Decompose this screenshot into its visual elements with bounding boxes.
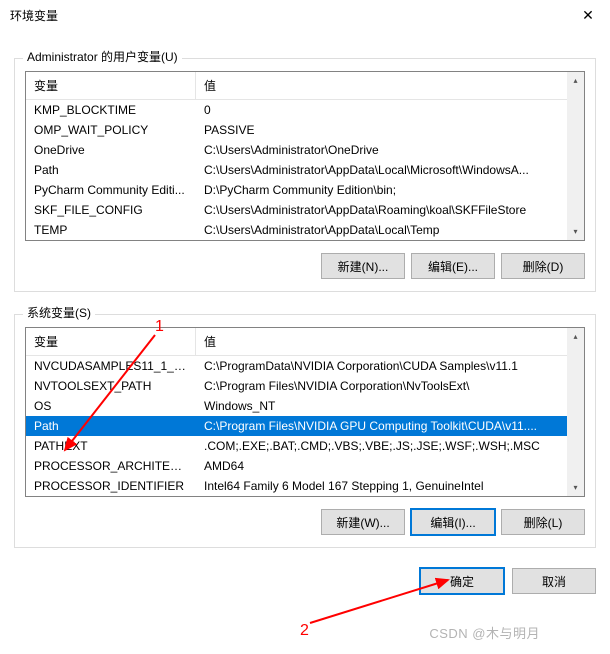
system-variables-title: 系统变量(S) <box>23 304 95 321</box>
scrollbar[interactable]: ▴ ▾ <box>567 328 584 496</box>
var-name-cell: NVCUDASAMPLES11_1_R... <box>26 356 196 376</box>
var-value-cell: .COM;.EXE;.BAT;.CMD;.VBS;.VBE;.JS;.JSE;.… <box>196 436 584 456</box>
sys-new-button[interactable]: 新建(W)... <box>321 509 405 535</box>
var-name-cell: Path <box>26 416 196 436</box>
sys-delete-button[interactable]: 删除(L) <box>501 509 585 535</box>
table-row[interactable]: PathC:\Users\Administrator\AppData\Local… <box>26 160 584 180</box>
var-name-cell: TEMP <box>26 220 196 240</box>
var-name-cell: OMP_WAIT_POLICY <box>26 120 196 140</box>
table-row[interactable]: NVCUDASAMPLES11_1_R...C:\ProgramData\NVI… <box>26 356 584 376</box>
close-button[interactable]: ✕ <box>566 0 610 30</box>
title-bar: 环境变量 ✕ <box>0 0 610 30</box>
user-edit-button[interactable]: 编辑(E)... <box>411 253 495 279</box>
var-name-cell: Path <box>26 160 196 180</box>
cancel-button[interactable]: 取消 <box>512 568 596 594</box>
var-name-cell: KMP_BLOCKTIME <box>26 100 196 120</box>
scroll-up-icon[interactable]: ▴ <box>567 328 584 345</box>
table-row[interactable]: PROCESSOR_IDENTIFIERIntel64 Family 6 Mod… <box>26 476 584 496</box>
ok-button[interactable]: 确定 <box>420 568 504 594</box>
scroll-down-icon[interactable]: ▾ <box>567 479 584 496</box>
var-name-cell: OS <box>26 396 196 416</box>
sys-edit-button[interactable]: 编辑(I)... <box>411 509 495 535</box>
var-value-cell: C:\Program Files\NVIDIA GPU Computing To… <box>196 416 584 436</box>
window-title: 环境变量 <box>10 7 566 24</box>
var-value-cell: C:\ProgramData\NVIDIA Corporation\CUDA S… <box>196 356 584 376</box>
scroll-down-icon[interactable]: ▾ <box>567 223 584 240</box>
var-value-cell: PASSIVE <box>196 120 584 140</box>
table-row[interactable]: PATHEXT.COM;.EXE;.BAT;.CMD;.VBS;.VBE;.JS… <box>26 436 584 456</box>
table-row[interactable]: OMP_WAIT_POLICYPASSIVE <box>26 120 584 140</box>
header-value-col[interactable]: 值 <box>196 72 584 99</box>
var-value-cell: C:\Users\Administrator\AppData\Local\Tem… <box>196 220 584 240</box>
var-name-cell: NVTOOLSEXT_PATH <box>26 376 196 396</box>
system-variables-table[interactable]: 变量 值 NVCUDASAMPLES11_1_R...C:\ProgramDat… <box>25 327 585 497</box>
table-row[interactable]: PyCharm Community Editi...D:\PyCharm Com… <box>26 180 584 200</box>
header-variable-col[interactable]: 变量 <box>26 328 196 355</box>
table-row[interactable]: OneDriveC:\Users\Administrator\OneDrive <box>26 140 584 160</box>
var-name-cell: SKF_FILE_CONFIG <box>26 200 196 220</box>
user-variables-table[interactable]: 变量 值 KMP_BLOCKTIME0OMP_WAIT_POLICYPASSIV… <box>25 71 585 241</box>
user-variables-title: Administrator 的用户变量(U) <box>23 48 182 65</box>
close-icon: ✕ <box>582 7 594 24</box>
annotation-2: 2 <box>300 622 309 640</box>
var-value-cell: C:\Program Files\NVIDIA Corporation\NvTo… <box>196 376 584 396</box>
dialog-footer: 确定 取消 <box>0 556 610 602</box>
header-variable-col[interactable]: 变量 <box>26 72 196 99</box>
header-value-col[interactable]: 值 <box>196 328 584 355</box>
watermark: CSDN @木与明月 <box>429 623 540 642</box>
table-row[interactable]: NVTOOLSEXT_PATHC:\Program Files\NVIDIA C… <box>26 376 584 396</box>
var-name-cell: PyCharm Community Editi... <box>26 180 196 200</box>
table-row[interactable]: PROCESSOR_ARCHITECT...AMD64 <box>26 456 584 476</box>
user-variables-group: Administrator 的用户变量(U) 变量 值 KMP_BLOCKTIM… <box>14 58 596 292</box>
scroll-up-icon[interactable]: ▴ <box>567 72 584 89</box>
var-value-cell: 0 <box>196 100 584 120</box>
var-value-cell: Windows_NT <box>196 396 584 416</box>
user-delete-button[interactable]: 删除(D) <box>501 253 585 279</box>
var-value-cell: C:\Users\Administrator\AppData\Roaming\k… <box>196 200 584 220</box>
var-name-cell: PROCESSOR_ARCHITECT... <box>26 456 196 476</box>
system-variables-group: 系统变量(S) 变量 值 NVCUDASAMPLES11_1_R...C:\Pr… <box>14 314 596 548</box>
table-header: 变量 值 <box>26 72 584 100</box>
table-row[interactable]: OSWindows_NT <box>26 396 584 416</box>
var-name-cell: PATHEXT <box>26 436 196 456</box>
table-row[interactable]: TEMPC:\Users\Administrator\AppData\Local… <box>26 220 584 240</box>
table-header: 变量 值 <box>26 328 584 356</box>
var-value-cell: AMD64 <box>196 456 584 476</box>
var-value-cell: D:\PyCharm Community Edition\bin; <box>196 180 584 200</box>
table-row[interactable]: KMP_BLOCKTIME0 <box>26 100 584 120</box>
user-new-button[interactable]: 新建(N)... <box>321 253 405 279</box>
var-value-cell: C:\Users\Administrator\OneDrive <box>196 140 584 160</box>
table-row[interactable]: SKF_FILE_CONFIGC:\Users\Administrator\Ap… <box>26 200 584 220</box>
scrollbar[interactable]: ▴ ▾ <box>567 72 584 240</box>
table-row[interactable]: PathC:\Program Files\NVIDIA GPU Computin… <box>26 416 584 436</box>
var-name-cell: PROCESSOR_IDENTIFIER <box>26 476 196 496</box>
var-name-cell: OneDrive <box>26 140 196 160</box>
var-value-cell: Intel64 Family 6 Model 167 Stepping 1, G… <box>196 476 584 496</box>
var-value-cell: C:\Users\Administrator\AppData\Local\Mic… <box>196 160 584 180</box>
